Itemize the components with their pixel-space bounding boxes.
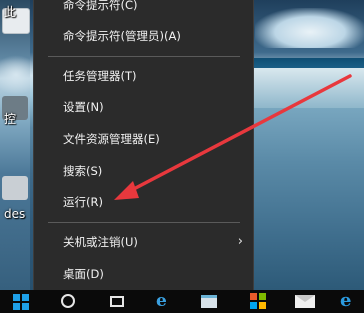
winx-context-menu: 命令提示符(C) 命令提示符(管理员)(A) 任务管理器(T) 设置(N) 文件… [33, 0, 254, 291]
menu-separator [48, 222, 240, 223]
mail-icon[interactable] [295, 295, 315, 308]
task-view-icon[interactable] [110, 296, 124, 307]
store-icon[interactable] [201, 295, 217, 308]
wallpaper-sand [250, 108, 364, 290]
wallpaper-sea [250, 58, 364, 68]
office-icon[interactable] [250, 293, 266, 309]
menu-item-label: 搜索(S) [63, 164, 103, 178]
taskbar: e e [0, 290, 364, 313]
menu-item-command-prompt-admin[interactable]: 命令提示符(管理员)(A) [34, 23, 253, 49]
chevron-right-icon: › [237, 234, 243, 249]
edge-browser-icon[interactable]: e [156, 292, 167, 310]
internet-explorer-icon[interactable]: e [340, 291, 351, 311]
desktop-folder-icon[interactable] [2, 176, 28, 200]
wallpaper-shore [250, 68, 364, 108]
menu-item-settings[interactable]: 设置(N) [34, 94, 253, 120]
menu-item-label: 关机或注销(U) [63, 235, 138, 249]
menu-item-label: 设置(N) [63, 100, 104, 114]
menu-item-search[interactable]: 搜索(S) [34, 158, 253, 184]
menu-item-label: 桌面(D) [63, 267, 104, 281]
desktop-left-strip [0, 0, 30, 290]
desktop-icon-label: 控 [4, 112, 17, 126]
menu-item-command-prompt[interactable]: 命令提示符(C) [34, 0, 253, 18]
menu-item-label: 命令提示符(管理员)(A) [63, 29, 181, 43]
menu-item-label: 任务管理器(T) [63, 69, 137, 83]
menu-item-file-explorer[interactable]: 文件资源管理器(E) [34, 126, 253, 152]
menu-item-label: 文件资源管理器(E) [63, 132, 160, 146]
windows-start-icon[interactable] [13, 294, 29, 310]
menu-item-shutdown-signout[interactable]: 关机或注销(U) › [34, 229, 253, 255]
wallpaper-cloud [255, 8, 364, 48]
menu-item-label: 运行(R) [63, 195, 103, 209]
menu-item-label: 命令提示符(C) [63, 0, 138, 12]
menu-item-desktop[interactable]: 桌面(D) [34, 261, 253, 287]
desktop-icon-label: des [4, 207, 26, 221]
menu-separator [48, 56, 240, 57]
search-icon[interactable] [61, 294, 75, 308]
menu-item-task-manager[interactable]: 任务管理器(T) [34, 63, 253, 89]
desktop-icon-label: 此 [4, 5, 17, 19]
menu-item-run[interactable]: 运行(R) [34, 189, 253, 215]
